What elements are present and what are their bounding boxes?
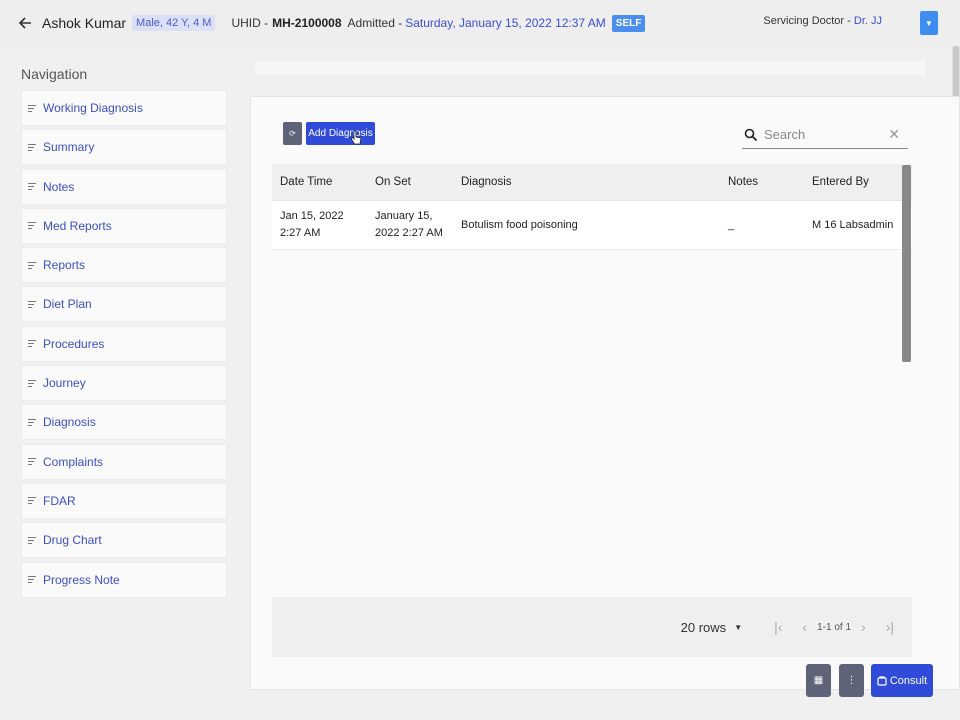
- admitted-date: Saturday, January 15, 2022 12:37 AM: [405, 16, 606, 30]
- nav-item-diet-plan[interactable]: Diet Plan: [21, 286, 227, 323]
- menu-lines-icon: [28, 536, 37, 544]
- nav-item-label: Notes: [43, 179, 75, 194]
- nav-item-label: Summary: [43, 140, 95, 155]
- nav-item-procedures[interactable]: Procedures: [21, 325, 227, 362]
- menu-lines-icon: [28, 418, 37, 426]
- nav-item-complaints[interactable]: Complaints: [21, 443, 227, 480]
- grid-icon: ▦: [813, 675, 824, 686]
- diagnosis-table: Date Time On Set Diagnosis Notes Entered…: [272, 164, 912, 656]
- nav-item-label: Procedures: [43, 336, 105, 351]
- table-scrollbar[interactable]: [902, 165, 911, 362]
- rows-per-page-select[interactable]: 20 rows ▼: [681, 620, 742, 635]
- cell-on-set: January 15, 2022 2:27 AM: [375, 210, 443, 239]
- navigation-panel: Navigation Working Diagnosis Summary Not…: [21, 66, 227, 601]
- nav-item-med-reports[interactable]: Med Reports: [21, 207, 227, 244]
- menu-lines-icon: [28, 497, 37, 505]
- navigation-title: Navigation: [21, 66, 88, 82]
- doctor-dropdown-button[interactable]: ▼: [920, 11, 938, 35]
- nav-item-journey[interactable]: Journey: [21, 365, 227, 402]
- cell-notes: _: [728, 219, 735, 231]
- last-page-icon[interactable]: ›|: [886, 619, 894, 635]
- search-icon: [744, 128, 758, 141]
- column-header-on-set[interactable]: On Set: [367, 174, 453, 191]
- consult-button[interactable]: Consult: [871, 664, 933, 697]
- add-diagnosis-button[interactable]: Add Diagnosis: [306, 122, 375, 145]
- column-header-notes[interactable]: Notes: [720, 176, 804, 188]
- nav-item-label: Diet Plan: [43, 297, 92, 312]
- hand-cursor-icon: [350, 130, 362, 145]
- menu-lines-icon: [28, 458, 37, 466]
- refresh-icon: ⟳: [289, 129, 296, 138]
- cell-entered-by: M 16 Labsadmin: [812, 219, 894, 231]
- consult-label: Consult: [889, 674, 928, 687]
- more-options-button[interactable]: ⋮: [839, 664, 864, 697]
- cell-diagnosis: Botulism food poisoning: [461, 219, 578, 231]
- nav-item-label: Reports: [43, 258, 86, 273]
- back-arrow-icon[interactable]: [14, 12, 36, 34]
- page-info: 1-1 of 1: [817, 621, 852, 633]
- caret-down-icon: ▼: [734, 622, 743, 632]
- self-badge: SELF: [611, 14, 646, 32]
- nav-item-label: Complaints: [43, 454, 104, 469]
- column-header-date-time[interactable]: Date Time: [272, 174, 367, 191]
- table-header: Date Time On Set Diagnosis Notes Entered…: [272, 164, 912, 201]
- column-header-diagnosis[interactable]: Diagnosis: [453, 176, 720, 188]
- diagnosis-card: ⟳ Add Diagnosis ✕ Date Time On Set Diagn…: [250, 96, 960, 690]
- menu-lines-icon: [28, 143, 37, 151]
- nav-item-drug-chart[interactable]: Drug Chart: [21, 522, 227, 559]
- table-pagination: 20 rows ▼ |‹ ‹ 1-1 of 1 › ›|: [272, 597, 912, 657]
- refresh-button[interactable]: ⟳: [283, 122, 302, 145]
- search-field[interactable]: ✕: [742, 121, 908, 149]
- nav-item-summary[interactable]: Summary: [21, 129, 227, 166]
- servicing-doctor: Servicing Doctor - Dr. JJ: [763, 15, 882, 27]
- table-row[interactable]: Jan 15, 2022 2:27 AM January 15, 2022 2:…: [272, 201, 912, 250]
- nav-item-fdar[interactable]: FDAR: [21, 482, 227, 519]
- nav-item-label: Drug Chart: [43, 533, 102, 548]
- nav-item-notes[interactable]: Notes: [21, 168, 227, 205]
- next-page-icon[interactable]: ›: [861, 619, 866, 635]
- search-input[interactable]: [764, 127, 884, 142]
- doctor-name: Dr. JJ: [853, 15, 882, 27]
- nav-item-reports[interactable]: Reports: [21, 247, 227, 284]
- nav-item-progress-note[interactable]: Progress Note: [21, 561, 227, 598]
- grid-menu-button[interactable]: ▦: [806, 664, 831, 697]
- menu-lines-icon: [28, 576, 37, 584]
- nav-item-label: Working Diagnosis: [43, 101, 143, 115]
- column-header-entered-by[interactable]: Entered By: [804, 176, 904, 188]
- menu-lines-icon: [28, 261, 37, 269]
- menu-lines-icon: [28, 104, 37, 112]
- more-vertical-icon: ⋮: [846, 675, 857, 686]
- chevron-down-icon: ▼: [925, 18, 933, 28]
- nav-item-diagnosis[interactable]: Diagnosis: [21, 404, 227, 441]
- uhid-value: MH-2100008: [272, 16, 342, 30]
- patient-name: Ashok Kumar: [42, 15, 127, 31]
- content-top-strip: [254, 60, 926, 76]
- menu-lines-icon: [28, 340, 37, 348]
- rows-per-page-value: 20 rows: [680, 619, 727, 635]
- clear-search-icon[interactable]: ✕: [888, 126, 900, 143]
- menu-lines-icon: [28, 379, 37, 387]
- admitted-label: Admitted -: [347, 16, 403, 30]
- menu-lines-icon: [28, 222, 37, 230]
- nav-item-label: Journey: [43, 376, 86, 391]
- nav-item-label: Diagnosis: [43, 415, 96, 430]
- nav-item-label: FDAR: [43, 493, 76, 508]
- consult-icon: [877, 675, 887, 686]
- first-page-icon[interactable]: |‹: [774, 619, 782, 635]
- doctor-label: Servicing Doctor -: [763, 15, 851, 27]
- menu-lines-icon: [28, 300, 37, 308]
- previous-page-icon[interactable]: ‹: [802, 619, 807, 635]
- uhid-label: UHID -: [231, 16, 269, 30]
- menu-lines-icon: [28, 183, 37, 191]
- nav-item-working-diagnosis[interactable]: Working Diagnosis: [21, 90, 227, 126]
- nav-item-label: Progress Note: [43, 572, 120, 587]
- patient-demographics-tag: Male, 42 Y, 4 M: [132, 15, 216, 31]
- nav-item-label: Med Reports: [43, 218, 112, 233]
- cell-date-time: Jan 15, 2022 2:27 AM: [280, 210, 344, 239]
